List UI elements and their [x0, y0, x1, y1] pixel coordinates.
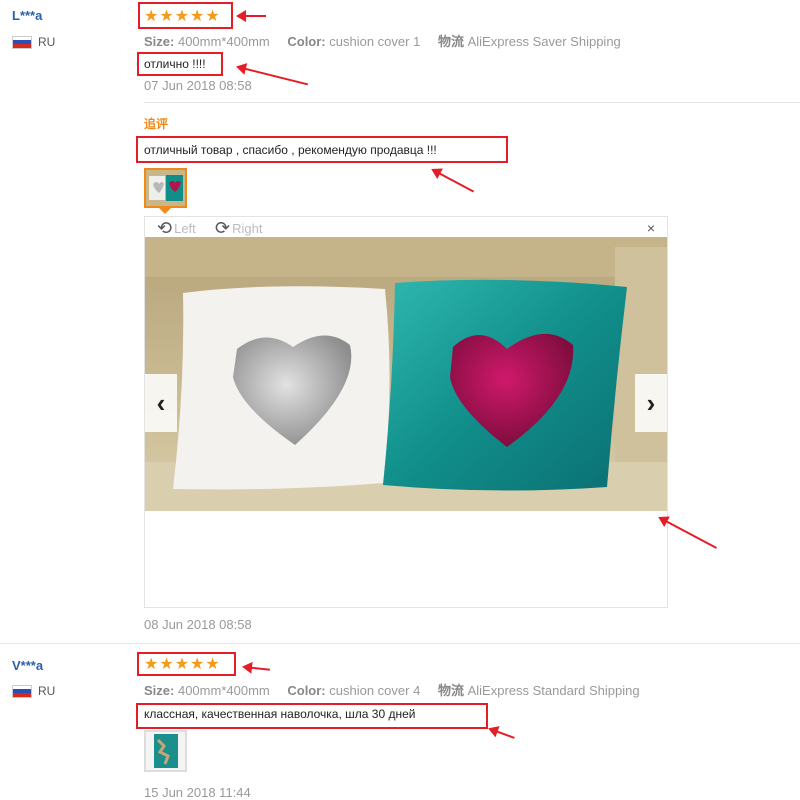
- review-photo-thumbnail[interactable]: [144, 168, 187, 208]
- size-value: 400mm*400mm: [177, 683, 270, 698]
- rotate-right-icon: ⟳: [215, 218, 231, 238]
- shipping-value: AliExpress Saver Shipping: [467, 34, 621, 49]
- review-date: 15 Jun 2018 11:44: [144, 785, 251, 800]
- color-label: Color:: [287, 34, 326, 49]
- country-code: RU: [38, 684, 56, 698]
- additional-feedback-date: 08 Jun 2018 08:58: [144, 617, 252, 632]
- russia-flag-icon: [12, 35, 32, 49]
- color-value: cushion cover 1: [329, 34, 421, 49]
- chevron-right-icon: ›: [646, 387, 656, 418]
- size-value: 400mm*400mm: [177, 34, 270, 49]
- review-photo-thumbnail[interactable]: [144, 730, 187, 772]
- color-label: Color:: [287, 683, 326, 698]
- annotation-box: [136, 703, 488, 729]
- divider: [144, 102, 800, 103]
- shipping-label: 物流: [437, 34, 464, 49]
- rotate-right-label: Right: [232, 220, 263, 236]
- reviewer-name[interactable]: L***a: [12, 8, 42, 23]
- photo-image: [145, 237, 667, 511]
- reviewer-country: RU: [12, 35, 55, 49]
- previous-photo-button[interactable]: ‹: [145, 374, 177, 432]
- annotation-box: [138, 2, 233, 29]
- thumbnail-pointer: [159, 208, 171, 214]
- photo-viewer: ⟲ Left ⟳ Right × ‹ ›: [144, 216, 668, 608]
- additional-feedback-label: 追评: [144, 117, 169, 131]
- thumbnail-image: [146, 732, 185, 770]
- color-value: cushion cover 4: [329, 683, 421, 698]
- rotate-left-icon: ⟲: [157, 218, 173, 238]
- shipping-label: 物流: [437, 683, 464, 698]
- country-code: RU: [38, 35, 56, 49]
- annotation-box: [137, 652, 236, 676]
- rotate-right-button[interactable]: ⟳ Right: [215, 219, 262, 237]
- size-label: Size:: [144, 683, 175, 698]
- reviewer-name[interactable]: V***a: [12, 658, 43, 673]
- order-details: Size: 400mm*400mm Color: cushion cover 1…: [144, 31, 621, 50]
- red-arrow-annotation: [659, 517, 717, 549]
- review-photo: ‹ ›: [145, 237, 667, 511]
- annotation-box: [137, 52, 223, 76]
- red-arrow-annotation: [243, 666, 270, 671]
- reviewer-country: RU: [12, 684, 55, 698]
- red-arrow-annotation: [432, 169, 475, 193]
- size-label: Size:: [144, 34, 175, 49]
- red-arrow-annotation: [236, 10, 266, 22]
- red-arrow-annotation: [489, 728, 515, 739]
- rotate-left-label: Left: [174, 220, 196, 236]
- close-icon[interactable]: ×: [647, 220, 655, 236]
- shipping-value: AliExpress Standard Shipping: [467, 683, 640, 698]
- russia-flag-icon: [12, 684, 32, 698]
- order-details: Size: 400mm*400mm Color: cushion cover 4…: [144, 680, 640, 699]
- thumbnail-image: [146, 170, 185, 206]
- review-separator: [0, 643, 800, 644]
- rotate-left-button[interactable]: ⟲ Left: [157, 219, 196, 237]
- next-photo-button[interactable]: ›: [635, 374, 667, 432]
- chevron-left-icon: ‹: [156, 387, 166, 418]
- annotation-box: [136, 136, 508, 163]
- review-date: 07 Jun 2018 08:58: [144, 78, 252, 93]
